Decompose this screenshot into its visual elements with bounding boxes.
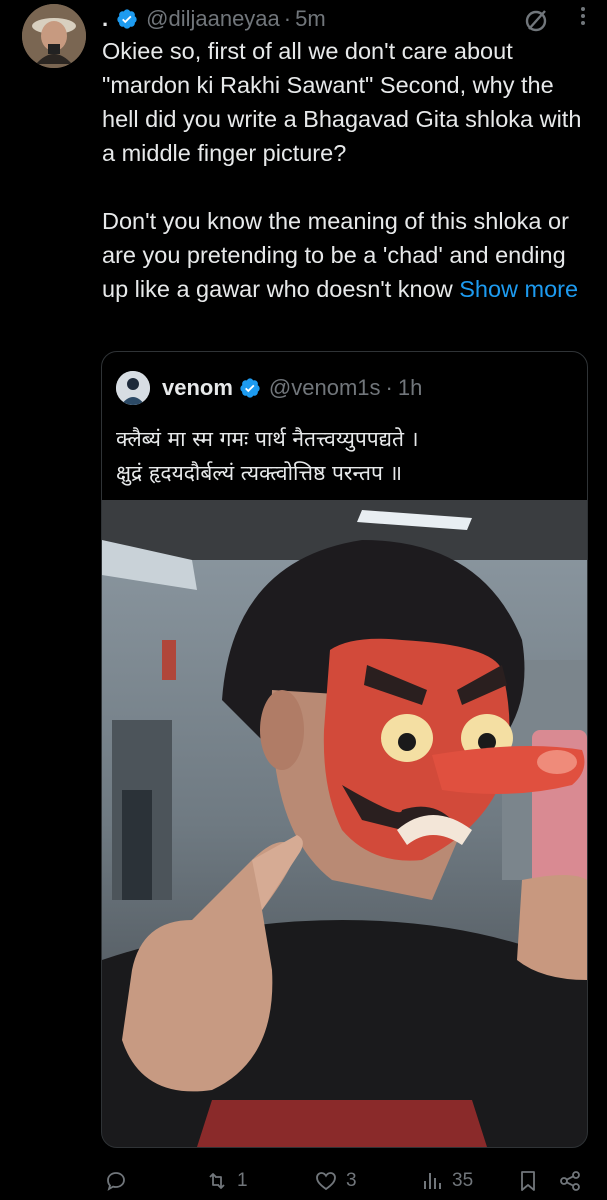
share-icon <box>560 1171 580 1191</box>
bookmark-button[interactable] <box>516 1166 548 1196</box>
author-avatar[interactable] <box>22 4 86 68</box>
quoted-author-name[interactable]: venom <box>162 375 233 401</box>
bookmark-icon <box>521 1171 535 1191</box>
retweet-count: 1 <box>237 1170 248 1191</box>
retweet-icon <box>209 1173 225 1189</box>
gym-selfie-image <box>102 500 587 1147</box>
avatar-image <box>22 4 86 68</box>
reply-icon <box>107 1172 125 1191</box>
quoted-author-handle[interactable]: @venom1s <box>269 375 381 401</box>
tweet-text: Okiee so, first of all we don't care abo… <box>102 34 582 306</box>
like-button[interactable]: 3 <box>314 1166 357 1196</box>
header-separator: · <box>283 6 292 31</box>
author-name[interactable]: . <box>102 6 108 32</box>
views-button[interactable]: 35 <box>420 1166 473 1196</box>
quoted-header-separator: · <box>385 375 393 400</box>
show-more-link[interactable]: Show more <box>459 276 578 302</box>
grok-icon[interactable] <box>523 6 551 34</box>
quoted-tweet-text: क्लैब्यं मा स्म गमः पार्थ नैतत्त्वय्युपप… <box>116 427 419 485</box>
timestamp[interactable]: 5m <box>295 6 326 32</box>
share-button[interactable] <box>558 1166 590 1196</box>
quoted-timestamp[interactable]: 1h <box>398 375 422 401</box>
retweet-button[interactable]: 1 <box>205 1166 248 1196</box>
author-handle[interactable]: @diljaaneyaa <box>146 6 280 32</box>
reply-button[interactable] <box>104 1166 136 1196</box>
verified-badge-icon <box>239 377 261 399</box>
heart-icon <box>316 1172 336 1191</box>
like-count: 3 <box>346 1170 357 1191</box>
quoted-author-avatar[interactable] <box>116 371 150 405</box>
tweet-actions: 1 3 35 <box>0 1160 607 1200</box>
tweet-body: Okiee so, first of all we don't care abo… <box>102 38 582 302</box>
quoted-avatar-image <box>116 371 150 405</box>
quoted-tweet-photo[interactable] <box>102 500 587 1147</box>
tweet-header: . @diljaaneyaa · 5m <box>102 4 587 34</box>
more-icon[interactable] <box>579 4 587 34</box>
verified-badge-icon <box>116 8 138 30</box>
quoted-tweet-header: venom @venom1s · 1h <box>116 370 422 406</box>
views-count: 35 <box>452 1170 474 1191</box>
views-icon <box>424 1173 441 1189</box>
quoted-tweet[interactable]: venom @venom1s · 1h क्लैब्यं मा स्म गमः … <box>101 351 588 1148</box>
